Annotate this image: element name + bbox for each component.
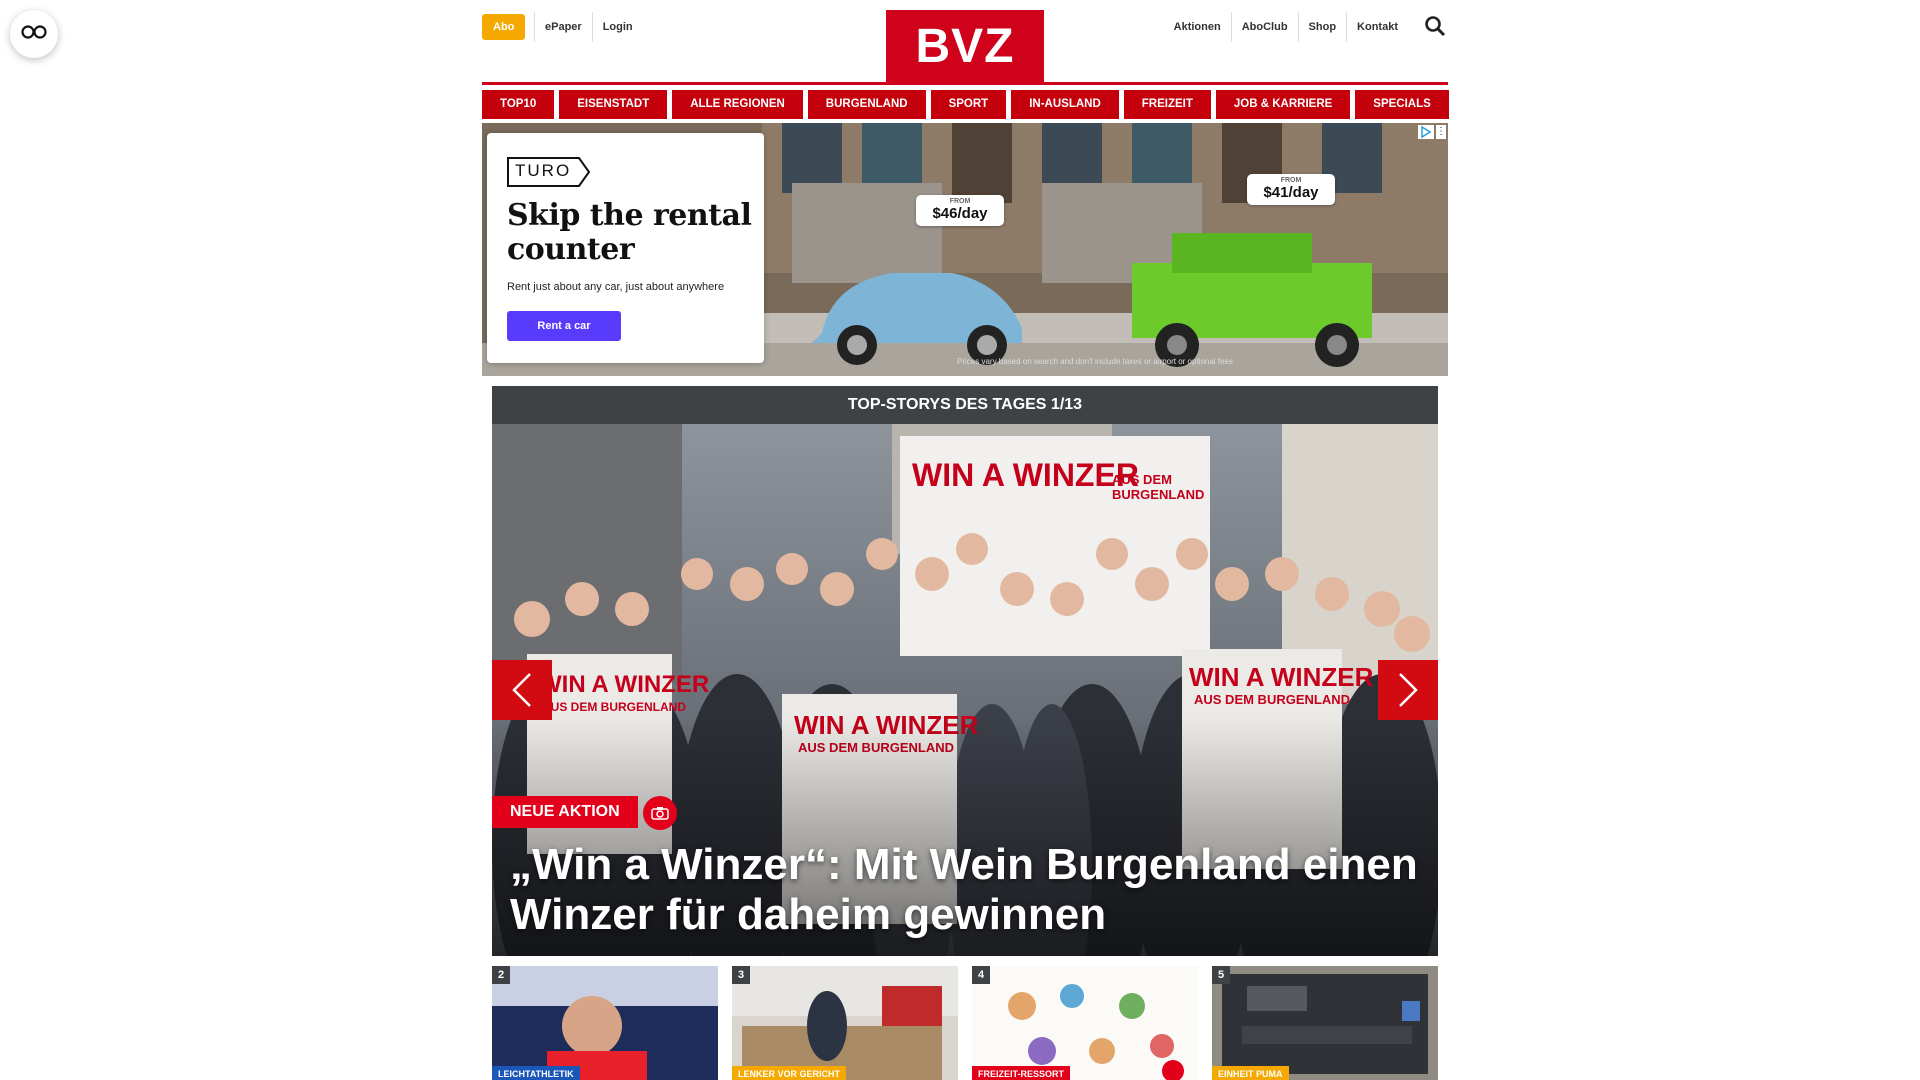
teaser-category: LENKER VOR GERICHT bbox=[732, 1066, 847, 1080]
abo-button[interactable]: Abo bbox=[482, 14, 526, 40]
ad-disclaimer: Prices vary based on search and don't in… bbox=[957, 357, 1233, 366]
nav-item-in-ausland[interactable]: IN-AUSLAND bbox=[1011, 90, 1119, 119]
nav-item-sport[interactable]: SPORT bbox=[930, 90, 1007, 119]
ad-menu-icon[interactable]: ⋮ bbox=[1436, 125, 1446, 139]
teaser-category: LEICHTATHLETIK bbox=[492, 1066, 580, 1080]
top-stories-header: TOP-STORYS DES TAGES 1/13 bbox=[492, 386, 1438, 424]
teaser-image bbox=[732, 966, 958, 1080]
nav-item-alle-regionen[interactable]: ALLE REGIONEN bbox=[672, 90, 803, 119]
page-container: Abo ePaper Login BVZ Aktionen AboClub Sh… bbox=[482, 0, 1449, 1080]
site-logo[interactable]: BVZ bbox=[886, 10, 1044, 84]
search-icon bbox=[1425, 16, 1446, 37]
teaser-number: 5 bbox=[1212, 966, 1230, 984]
price-tag-jeep: FROM $41/day bbox=[1247, 174, 1335, 205]
carousel-prev-button[interactable] bbox=[492, 660, 552, 720]
hero-kicker: NEUE AKTION bbox=[492, 796, 638, 828]
ad-subtext: Rent just about any car, just about anyw… bbox=[507, 281, 725, 293]
price-tag-beetle: FROM $46/day bbox=[916, 195, 1004, 226]
nav-item-freizeit[interactable]: FREIZEIT bbox=[1123, 90, 1211, 119]
teaser-image bbox=[492, 966, 718, 1080]
login-link[interactable]: Login bbox=[591, 12, 643, 42]
teaser-card[interactable]: 2 LEICHTATHLETIK bbox=[492, 966, 718, 1080]
kontakt-link[interactable]: Kontakt bbox=[1346, 12, 1408, 42]
main-navigation: TOP10 EISENSTADT ALLE REGIONEN BURGENLAN… bbox=[482, 90, 1449, 119]
adchoices-icon[interactable] bbox=[1418, 125, 1434, 139]
camera-icon bbox=[643, 796, 677, 830]
search-button[interactable] bbox=[1424, 15, 1448, 39]
hero-story[interactable]: WIN A WINZER AUS DEM BURGENLAND bbox=[492, 424, 1438, 956]
teaser-card[interactable]: 3 LENKER VOR GERICHT bbox=[732, 966, 958, 1080]
ad-brand: TURO bbox=[515, 161, 572, 180]
teaser-row: 2 LEICHTATHLETIK 3 LENKER VOR GERICHT 4 … bbox=[492, 966, 1438, 1080]
teaser-category: FREIZEIT-RESSORT bbox=[972, 1066, 1071, 1080]
chevron-left-icon bbox=[512, 673, 531, 707]
epaper-link[interactable]: ePaper bbox=[534, 12, 592, 42]
accessibility-glasses-icon bbox=[21, 24, 47, 44]
camera-icon bbox=[1162, 1060, 1184, 1080]
aboclub-link[interactable]: AboClub bbox=[1230, 12, 1298, 42]
header-left-links: ePaper Login bbox=[534, 12, 643, 42]
chevron-right-icon bbox=[1399, 673, 1418, 707]
carousel-next-button[interactable] bbox=[1378, 660, 1438, 720]
price-value: $41/day bbox=[1263, 184, 1319, 201]
nav-item-burgenland[interactable]: BURGENLAND bbox=[807, 90, 926, 119]
hero-headline[interactable]: „Win a Winzer“: Mit Wein Burgenland eine… bbox=[510, 840, 1430, 940]
nav-item-top10[interactable]: TOP10 bbox=[482, 90, 555, 119]
teaser-card[interactable]: 5 EINHEIT PUMA bbox=[1212, 966, 1438, 1080]
nav-item-eisenstadt[interactable]: EISENSTADT bbox=[559, 90, 668, 119]
aktionen-link[interactable]: Aktionen bbox=[1164, 12, 1231, 42]
ad-card: TURO Skip the rental counter Rent just a… bbox=[487, 133, 764, 363]
teaser-number: 4 bbox=[972, 966, 990, 984]
teaser-card[interactable]: 4 FREIZEIT-RESSORT bbox=[972, 966, 1198, 1080]
nav-item-job-karriere[interactable]: JOB & KARRIERE bbox=[1215, 90, 1351, 119]
teaser-image bbox=[1212, 966, 1438, 1080]
turo-logo: TURO bbox=[507, 157, 591, 187]
ad-cta-button[interactable]: Rent a car bbox=[507, 311, 621, 341]
ad-headline: Skip the rental counter bbox=[507, 198, 752, 267]
header-divider bbox=[482, 82, 1448, 85]
accessibility-button[interactable] bbox=[10, 10, 58, 58]
teaser-number: 3 bbox=[732, 966, 750, 984]
shop-link[interactable]: Shop bbox=[1297, 12, 1347, 42]
teaser-category: EINHEIT PUMA bbox=[1212, 1066, 1289, 1080]
advertisement-banner[interactable]: FROM $46/day FROM $41/day TURO Skip the … bbox=[482, 123, 1448, 376]
site-header: Abo ePaper Login BVZ Aktionen AboClub Sh… bbox=[482, 0, 1448, 84]
header-right-links: Aktionen AboClub Shop Kontakt bbox=[1164, 12, 1408, 42]
price-from-label: FROM bbox=[949, 198, 971, 205]
nav-item-specials[interactable]: SPECIALS bbox=[1355, 90, 1449, 119]
teaser-number: 2 bbox=[492, 966, 510, 984]
price-from-label: FROM bbox=[1280, 177, 1302, 184]
price-value: $46/day bbox=[932, 205, 988, 222]
